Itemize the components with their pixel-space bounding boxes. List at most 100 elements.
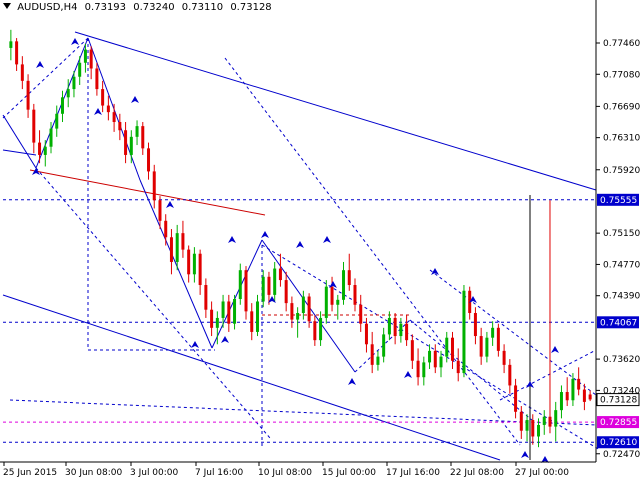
- candle-body: [376, 356, 380, 365]
- candle-body: [353, 285, 357, 305]
- candle-body: [588, 394, 592, 400]
- candle-body: [158, 200, 162, 221]
- candle-body: [129, 136, 133, 155]
- candle-body: [204, 285, 208, 310]
- price-tick-label: 0.74770: [603, 260, 640, 270]
- price-tick-label: 0.76690: [603, 102, 640, 112]
- level-tag-label: 0.74067: [600, 318, 637, 328]
- wave-arrow-icon: [71, 38, 79, 45]
- candle-body: [462, 290, 466, 374]
- candle-body: [141, 126, 145, 149]
- candle-body: [473, 313, 477, 337]
- wave-arrow-icon: [131, 96, 139, 103]
- trendline: [29, 169, 266, 216]
- candle-body: [525, 420, 529, 431]
- candle-body: [416, 360, 420, 378]
- candle-body: [571, 378, 575, 401]
- level-tag-label: 0.72610: [600, 438, 637, 448]
- candle-body: [215, 317, 219, 328]
- trendline: [409, 319, 533, 421]
- candle-body: [439, 356, 443, 368]
- wave-arrow-icon: [228, 236, 236, 243]
- candle-body: [118, 122, 122, 131]
- candle-body: [78, 62, 82, 77]
- candle-body: [324, 286, 328, 318]
- candle-body: [273, 268, 277, 295]
- candle-body: [428, 350, 432, 363]
- time-tick-label: 10 Jul 08:00: [258, 468, 312, 478]
- trendline: [429, 269, 597, 396]
- time-axis: 25 Jun 2015 30 Jun 08:00 3 Jul 00:00 7 Jul …: [3, 462, 569, 478]
- candle-body: [60, 97, 64, 114]
- price-tick-label: 0.74390: [603, 292, 640, 302]
- candle-body: [502, 350, 506, 365]
- candle-body: [307, 296, 311, 322]
- candle-body: [192, 253, 196, 275]
- candle-body: [399, 323, 403, 337]
- candle-body: [244, 270, 248, 312]
- candle-body: [175, 233, 179, 262]
- price-tick-label: 0.75920: [603, 166, 640, 176]
- candle-body: [537, 424, 541, 437]
- candle-body: [370, 344, 374, 365]
- time-tick-label: 27 Jul 00:00: [515, 468, 569, 478]
- candle-body: [531, 420, 535, 437]
- price-tick-label: 0.77460: [603, 39, 640, 49]
- candle-body: [135, 126, 139, 137]
- level-tag-label: 0.73128: [600, 396, 637, 406]
- candle-body: [548, 416, 552, 427]
- candle-body: [221, 301, 225, 318]
- candle-body: [233, 299, 237, 324]
- candle-body: [55, 113, 59, 129]
- price-tick-label: 0.75150: [603, 229, 640, 239]
- candle-body: [514, 385, 518, 412]
- candle-body: [319, 317, 323, 341]
- wave-arrow-icon: [94, 108, 102, 115]
- candle-body: [198, 253, 202, 286]
- candle-body: [301, 296, 305, 313]
- time-tick-label: 25 Jun 2015: [3, 468, 57, 478]
- candle-body: [296, 313, 300, 320]
- level-tag-label: 0.75555: [600, 196, 637, 206]
- wave-arrow-icon: [521, 451, 529, 458]
- price-tick-label: 0.72470: [603, 450, 640, 460]
- time-tick-label: 17 Jul 16:00: [386, 468, 440, 478]
- candle-body: [577, 378, 581, 390]
- trendline: [9, 399, 597, 426]
- candle-body: [496, 327, 500, 351]
- trendline: [224, 57, 521, 446]
- candle-body: [261, 276, 265, 302]
- candle-body: [72, 76, 76, 90]
- candle-body: [387, 317, 391, 335]
- candle-body: [152, 171, 156, 201]
- candle-body: [410, 340, 414, 361]
- wave-arrow-icon: [221, 336, 229, 343]
- candle-body: [95, 68, 99, 90]
- candle-body: [519, 411, 523, 431]
- candle-body: [66, 89, 70, 98]
- candle-body: [20, 64, 24, 81]
- candle-body: [433, 350, 437, 368]
- candle-body: [83, 49, 87, 63]
- candle-body: [187, 249, 191, 275]
- candle-body: [106, 105, 110, 113]
- candle-body: [43, 146, 47, 155]
- time-tick-label: 15 Jul 00:00: [322, 468, 376, 478]
- time-tick-label: 22 Jul 08:00: [450, 468, 504, 478]
- candle-body: [9, 41, 13, 48]
- candle-body: [554, 410, 558, 427]
- wave-arrow-icon: [551, 346, 559, 353]
- candle-body: [284, 280, 288, 304]
- price-chart[interactable]: 0.77460 0.77080 0.76690 0.76310 0.75920 0.751…: [0, 0, 640, 480]
- wave-arrow-icon: [191, 341, 199, 348]
- candle-body: [422, 362, 426, 378]
- wave-arrow-icon: [404, 371, 412, 378]
- candle-body: [491, 327, 495, 338]
- candle-body: [227, 301, 231, 324]
- price-tick-label: 0.77080: [603, 70, 640, 80]
- candle-body: [278, 268, 282, 281]
- candle-body: [582, 389, 586, 402]
- candle-body: [32, 109, 36, 143]
- candle-body: [255, 301, 259, 332]
- candle-body: [359, 304, 363, 324]
